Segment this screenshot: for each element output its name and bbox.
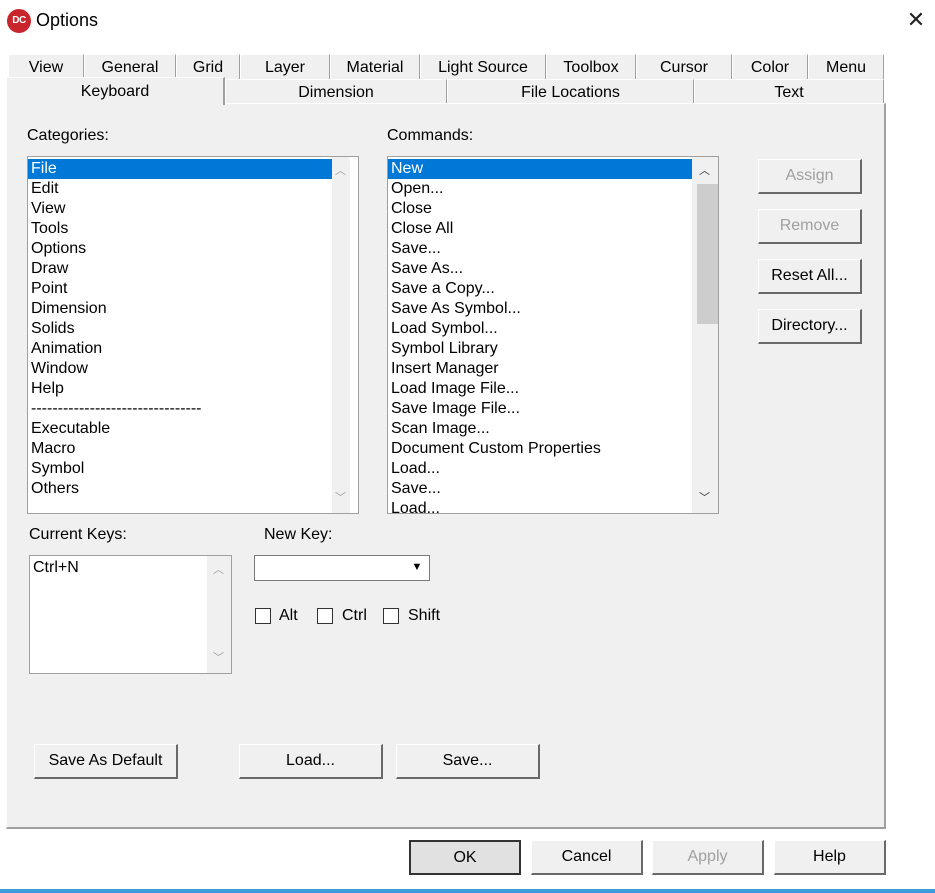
category-item-view[interactable]: View	[28, 199, 358, 219]
command-item[interactable]: Document Custom Properties	[388, 439, 718, 459]
tab-cursor[interactable]: Cursor	[636, 54, 732, 79]
assign-button[interactable]: Assign	[758, 159, 862, 194]
alt-checkbox[interactable]	[255, 608, 271, 624]
category-item-draw[interactable]: Draw	[28, 259, 358, 279]
ctrl-checkbox[interactable]	[317, 608, 333, 624]
command-item[interactable]: Save...	[388, 239, 718, 259]
tab-view[interactable]: View	[8, 54, 84, 79]
command-item[interactable]: Save As...	[388, 259, 718, 279]
apply-button[interactable]: Apply	[652, 840, 764, 875]
ctrl-label: Ctrl	[342, 607, 367, 624]
tab-light-source[interactable]: Light Source	[420, 54, 546, 79]
scroll-down-icon[interactable]: ﹀	[696, 490, 713, 507]
categories-scrollbar[interactable]: ︿ ﹀	[332, 157, 350, 513]
commands-scrollbar[interactable]: ︿ ﹀	[692, 157, 718, 513]
ok-button[interactable]: OK	[409, 840, 521, 875]
category-item-symbol[interactable]: Symbol	[28, 459, 358, 479]
category-item-help[interactable]: Help	[28, 379, 358, 399]
category-item-solids[interactable]: Solids	[28, 319, 358, 339]
tab-dimension[interactable]: Dimension	[225, 79, 447, 104]
current-keys-label: Current Keys:	[29, 526, 127, 543]
command-item[interactable]: Save As Symbol...	[388, 299, 718, 319]
tab-file-locations[interactable]: File Locations	[447, 79, 694, 104]
current-keys-scrollbar[interactable]: ︿ ﹀	[207, 556, 231, 673]
category-item-edit[interactable]: Edit	[28, 179, 358, 199]
categories-listbox[interactable]: File Edit View Tools Options Draw Point …	[27, 156, 359, 514]
category-item-dimension[interactable]: Dimension	[28, 299, 358, 319]
command-item[interactable]: Close	[388, 199, 718, 219]
new-key-label: New Key:	[264, 526, 333, 543]
command-item[interactable]: Load...	[388, 459, 718, 479]
window-title: Options	[36, 10, 99, 30]
window-bottom-border	[0, 889, 935, 893]
scroll-down-icon[interactable]: ﹀	[210, 650, 227, 667]
command-item[interactable]: Load Image File...	[388, 379, 718, 399]
current-key-item[interactable]: Ctrl+N	[30, 556, 231, 578]
scroll-up-icon[interactable]: ︿	[332, 163, 349, 180]
category-item-point[interactable]: Point	[28, 279, 358, 299]
category-item-others[interactable]: Others	[28, 479, 358, 499]
category-item-executable[interactable]: Executable	[28, 419, 358, 439]
category-item-animation[interactable]: Animation	[28, 339, 358, 359]
save-as-default-button[interactable]: Save As Default	[34, 744, 178, 779]
tab-menu[interactable]: Menu	[808, 54, 884, 79]
categories-items: File Edit View Tools Options Draw Point …	[28, 157, 358, 499]
commands-listbox[interactable]: New Open... Close Close All Save... Save…	[387, 156, 719, 514]
command-item[interactable]: Open...	[388, 179, 718, 199]
remove-button[interactable]: Remove	[758, 209, 862, 244]
category-item-options[interactable]: Options	[28, 239, 358, 259]
tab-grid[interactable]: Grid	[176, 54, 240, 79]
load-button[interactable]: Load...	[239, 744, 383, 779]
command-item[interactable]: Load...	[388, 499, 718, 513]
category-item-window[interactable]: Window	[28, 359, 358, 379]
reset-all-button[interactable]: Reset All...	[758, 259, 862, 294]
scroll-down-icon[interactable]: ﹀	[332, 490, 349, 507]
alt-label: Alt	[279, 607, 298, 624]
tab-keyboard[interactable]: Keyboard	[6, 77, 225, 105]
tab-layer[interactable]: Layer	[240, 54, 330, 79]
command-item[interactable]: Load Symbol...	[388, 319, 718, 339]
command-item[interactable]: Scan Image...	[388, 419, 718, 439]
new-key-combobox[interactable]: ▼	[254, 555, 430, 581]
close-icon[interactable]: ✕	[902, 6, 930, 34]
command-item[interactable]: Save...	[388, 479, 718, 499]
command-item[interactable]: Symbol Library	[388, 339, 718, 359]
category-item-macro[interactable]: Macro	[28, 439, 358, 459]
tab-text[interactable]: Text	[694, 79, 884, 104]
commands-label: Commands:	[387, 127, 474, 144]
scroll-up-icon[interactable]: ︿	[210, 562, 227, 579]
app-logo-icon: DC	[7, 9, 31, 33]
tab-color[interactable]: Color	[732, 54, 808, 79]
command-item[interactable]: Save Image File...	[388, 399, 718, 419]
dropdown-arrow-icon[interactable]: ▼	[406, 557, 428, 578]
command-item[interactable]: Save a Copy...	[388, 279, 718, 299]
commands-items: New Open... Close Close All Save... Save…	[388, 157, 718, 513]
directory-button[interactable]: Directory...	[758, 309, 862, 344]
shift-checkbox[interactable]	[383, 608, 399, 624]
categories-label: Categories:	[27, 127, 109, 144]
save-button[interactable]: Save...	[396, 744, 540, 779]
tab-toolbox[interactable]: Toolbox	[546, 54, 636, 79]
command-item[interactable]: New	[388, 159, 692, 179]
command-item[interactable]: Close All	[388, 219, 718, 239]
title-bar: DC Options ✕	[0, 0, 935, 40]
tab-material[interactable]: Material	[330, 54, 420, 79]
category-separator: --------------------------------	[31, 400, 202, 417]
help-button[interactable]: Help	[774, 840, 886, 875]
scroll-thumb[interactable]	[697, 184, 718, 324]
tab-general[interactable]: General	[84, 54, 176, 79]
cancel-button[interactable]: Cancel	[531, 840, 643, 875]
scroll-up-icon[interactable]: ︿	[696, 163, 713, 180]
category-item-tools[interactable]: Tools	[28, 219, 358, 239]
shift-label: Shift	[408, 607, 441, 624]
current-keys-listbox[interactable]: Ctrl+N ︿ ﹀	[29, 555, 232, 674]
command-item[interactable]: Insert Manager	[388, 359, 718, 379]
category-item-file[interactable]: File	[28, 159, 332, 179]
